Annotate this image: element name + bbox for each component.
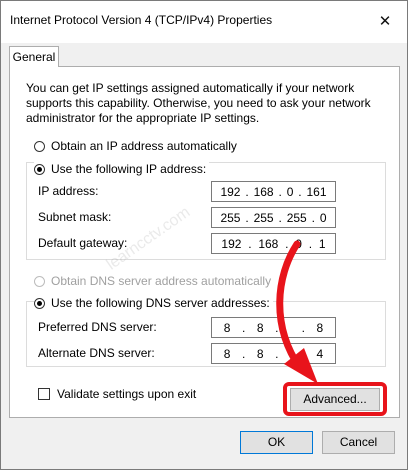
red-arrow-annotation (276, 240, 318, 384)
ok-button[interactable]: OK (240, 431, 313, 454)
arrow-shaft (276, 240, 304, 372)
cancel-button[interactable]: Cancel (322, 431, 395, 454)
tab-general[interactable]: General (9, 46, 59, 67)
